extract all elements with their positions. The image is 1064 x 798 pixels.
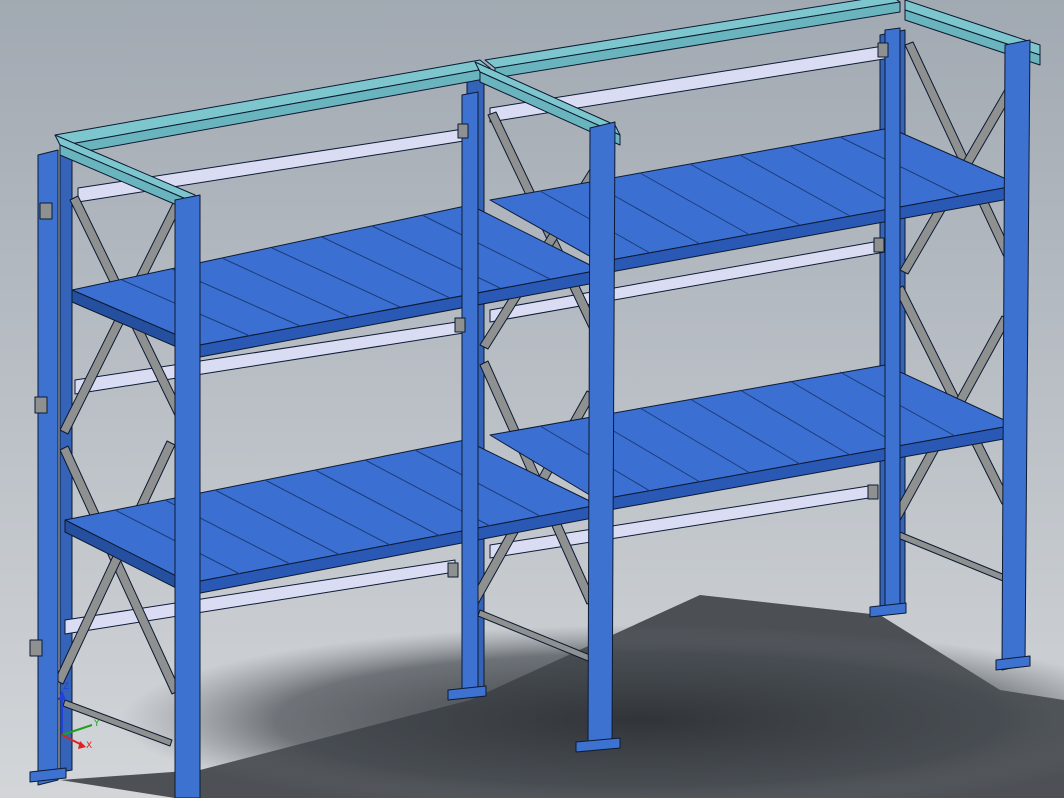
x-axis-label: X [86,741,92,751]
z-axis-label: Z [63,682,69,692]
cad-viewport[interactable]: Z Y X [0,0,1064,798]
y-axis-label: Y [93,719,100,729]
